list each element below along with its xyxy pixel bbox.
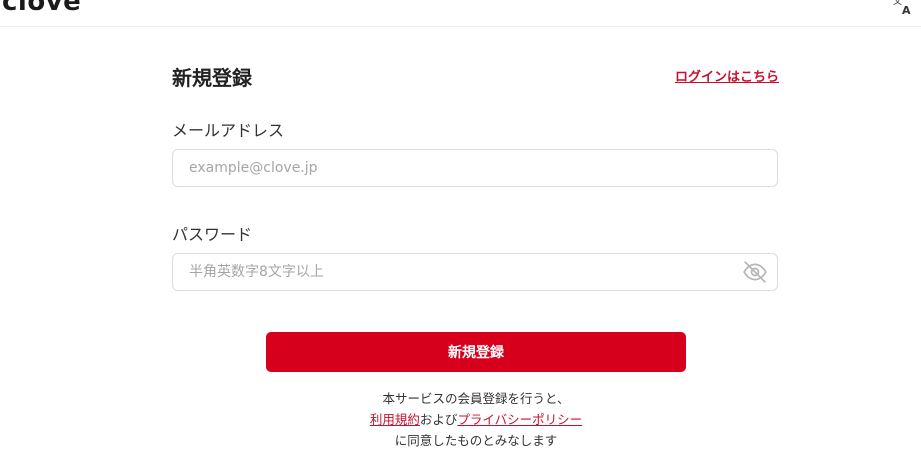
eye-off-icon[interactable]	[742, 259, 768, 285]
terms-link[interactable]: 利用規約	[370, 412, 420, 427]
email-field[interactable]	[172, 149, 778, 187]
terms-notice: 本サービスの会員登録を行うと、 利用規約およびプライバシーポリシー に同意したも…	[266, 388, 686, 451]
email-label: メールアドレス	[172, 121, 285, 140]
privacy-policy-link[interactable]: プライバシーポリシー	[457, 412, 582, 427]
register-button[interactable]: 新規登録	[266, 332, 686, 372]
notice-joiner: および	[419, 412, 458, 427]
translate-icon[interactable]: 文 A	[891, 0, 915, 18]
header: clove 文 A	[0, 0, 921, 27]
svg-text:A: A	[902, 4, 911, 17]
password-field[interactable]	[172, 253, 778, 291]
clove-logo[interactable]: clove	[2, 0, 81, 17]
svg-text:文: 文	[893, 0, 902, 7]
notice-line-3: に同意したものとみなします	[394, 433, 558, 448]
notice-line-1: 本サービスの会員登録を行うと、	[382, 391, 570, 406]
password-label: パスワード	[172, 225, 253, 244]
page-title: 新規登録	[172, 66, 252, 90]
login-link[interactable]: ログインはこちら	[675, 66, 779, 85]
notice-line-2: 利用規約およびプライバシーポリシー	[266, 409, 686, 430]
